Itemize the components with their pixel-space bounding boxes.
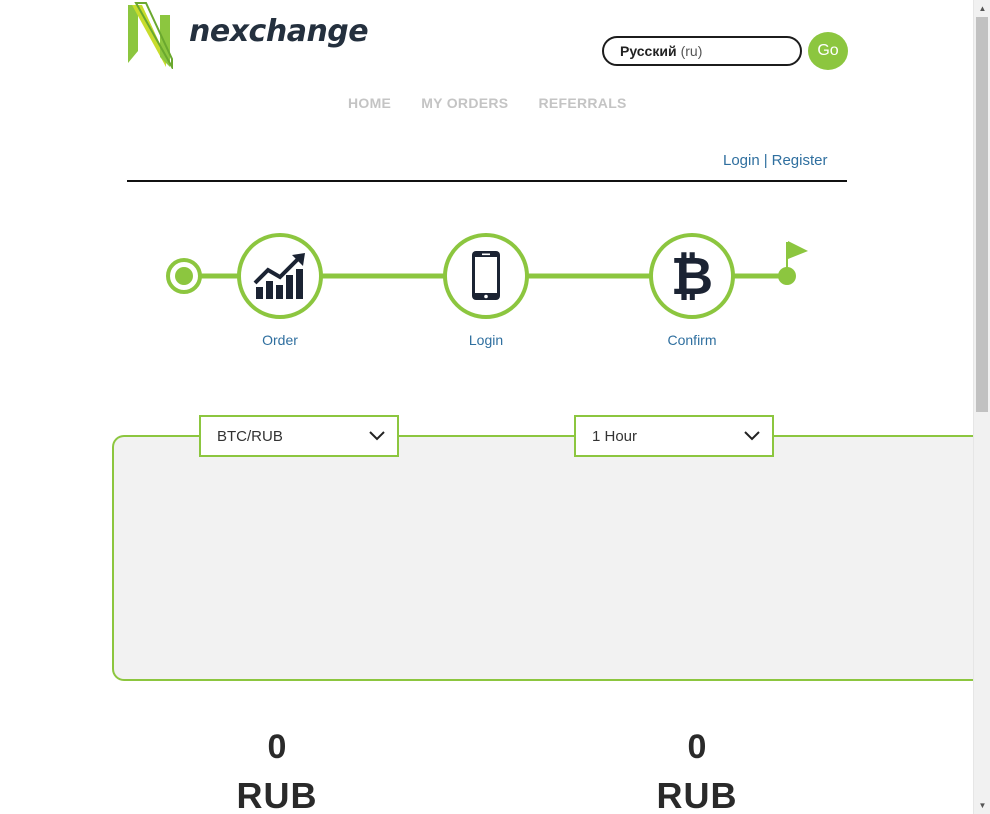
period-select[interactable]: 1 Hour (574, 415, 774, 457)
phone-icon (472, 251, 500, 300)
language-code: (ru) (680, 43, 703, 59)
scroll-up-arrow-icon[interactable]: ▲ (974, 0, 990, 17)
order-progress: ₿ Order Login Confirm (160, 225, 820, 355)
finish-flag-icon (778, 241, 808, 285)
step-login-circle[interactable] (443, 233, 529, 319)
register-link[interactable]: Register (772, 152, 828, 169)
step-label-login[interactable]: Login (469, 332, 503, 348)
amount-currency: RUB (236, 775, 318, 814)
header-divider (127, 180, 847, 182)
chevron-down-icon (744, 431, 760, 441)
step-confirm-circle[interactable]: ₿ (649, 233, 735, 319)
amount-value: 0 (267, 728, 287, 766)
nav-item-my-orders[interactable]: MY ORDERS (421, 95, 508, 111)
amount-currency: RUB (656, 775, 738, 814)
price-chart-panel (112, 435, 990, 681)
logo-mark-icon (128, 2, 173, 69)
language-select[interactable]: Русский (ru) (602, 36, 802, 66)
nav-item-referrals[interactable]: REFERRALS (538, 95, 626, 111)
language-form: Русский (ru) Go (602, 32, 848, 70)
scroll-thumb[interactable] (976, 17, 988, 412)
pair-select-value: BTC/RUB (217, 427, 283, 445)
brand-name: nexchange (189, 14, 369, 49)
page: nexchange Русский (ru) Go HOME MY ORDERS… (0, 0, 990, 814)
step-label-confirm[interactable]: Confirm (667, 332, 716, 348)
amount-value: 0 (687, 728, 707, 766)
step-label-order[interactable]: Order (262, 332, 298, 348)
amount-receive: 0 RUB (597, 730, 797, 814)
auth-separator: | (763, 152, 768, 169)
chevron-down-icon (369, 431, 385, 441)
nav-item-home[interactable]: HOME (348, 95, 391, 111)
pair-select[interactable]: BTC/RUB (199, 415, 399, 457)
main-nav: HOME MY ORDERS REFERRALS (348, 95, 627, 111)
scroll-down-arrow-icon[interactable]: ▼ (974, 797, 990, 814)
amount-deposit: 0 RUB (177, 730, 377, 814)
brand-logo[interactable]: nexchange (126, 0, 369, 70)
step-order-circle[interactable] (237, 233, 323, 319)
bitcoin-icon: ₿ (671, 247, 713, 307)
progress-start-icon (166, 258, 202, 294)
vertical-scrollbar[interactable]: ▲ ▼ (973, 0, 990, 814)
go-button[interactable]: Go (808, 32, 848, 70)
auth-links: Login | Register (723, 152, 827, 169)
language-name: Русский (620, 43, 677, 59)
login-link[interactable]: Login (723, 152, 760, 169)
period-select-value: 1 Hour (592, 427, 638, 445)
